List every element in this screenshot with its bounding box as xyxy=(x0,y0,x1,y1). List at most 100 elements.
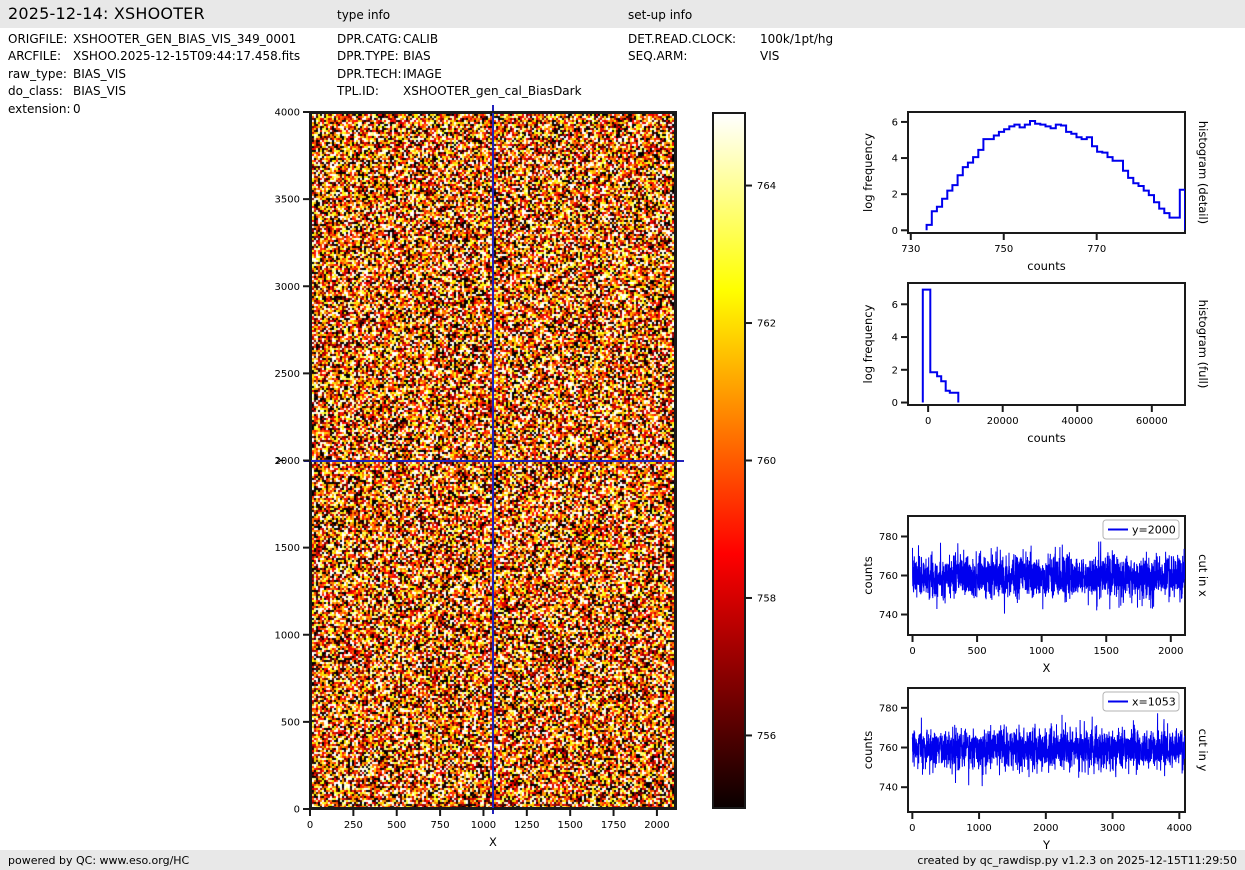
svg-text:762: 762 xyxy=(757,319,776,330)
svg-text:1000: 1000 xyxy=(275,630,300,641)
dprtype-value: BIAS xyxy=(403,48,431,65)
setup-info-row-seqarm: SEQ.ARM:VIS xyxy=(628,48,833,65)
crosshair-horizontal-line xyxy=(304,460,684,462)
svg-text:2: 2 xyxy=(892,190,898,201)
hist-full-axes: 02000040000600000246countslog frequencyh… xyxy=(861,283,1210,445)
extension-value: 0 xyxy=(73,101,81,118)
svg-text:histogram (full): histogram (full) xyxy=(1196,300,1210,389)
svg-text:730: 730 xyxy=(901,244,920,255)
extension-label: extension: xyxy=(8,101,73,118)
svg-text:0: 0 xyxy=(892,226,898,237)
svg-text:2000: 2000 xyxy=(644,820,669,831)
svg-text:cut in y: cut in y xyxy=(1196,729,1210,772)
header-bar: 2025-12-14: XSHOOTER type info set-up in… xyxy=(0,0,1245,28)
svg-text:X: X xyxy=(1043,661,1051,675)
dprcatg-label: DPR.CATG: xyxy=(337,31,403,48)
doclass-value: BIAS_VIS xyxy=(73,83,126,100)
svg-text:1000: 1000 xyxy=(1029,646,1054,657)
rawtype-label: raw_type: xyxy=(8,66,73,83)
svg-text:y=2000: y=2000 xyxy=(1132,524,1176,537)
arcfile-label: ARCFILE: xyxy=(8,48,73,65)
svg-text:1500: 1500 xyxy=(557,820,582,831)
svg-text:6: 6 xyxy=(892,300,898,311)
rawtype-value: BIAS_VIS xyxy=(73,66,126,83)
file-info-row-rawtype: raw_type:BIAS_VIS xyxy=(8,66,300,83)
svg-text:760: 760 xyxy=(879,743,898,754)
svg-text:cut in x: cut in x xyxy=(1196,554,1210,597)
file-info-row-extension: extension:0 xyxy=(8,101,300,118)
svg-text:770: 770 xyxy=(1087,244,1106,255)
svg-text:counts: counts xyxy=(861,556,875,594)
seqarm-label: SEQ.ARM: xyxy=(628,48,760,65)
hist-detail-series xyxy=(927,121,1185,230)
setup-info-block: DET.READ.CLOCK:100k/1pt/hg SEQ.ARM:VIS xyxy=(628,31,833,66)
svg-text:0: 0 xyxy=(892,398,898,409)
readclock-value: 100k/1pt/hg xyxy=(760,31,833,48)
svg-text:250: 250 xyxy=(344,820,363,831)
svg-text:760: 760 xyxy=(879,571,898,582)
report-title: 2025-12-14: XSHOOTER xyxy=(8,4,205,23)
dprtype-label: DPR.TYPE: xyxy=(337,48,403,65)
colorbar-gradient xyxy=(712,112,746,809)
svg-text:20000: 20000 xyxy=(987,416,1019,427)
hist-detail-axes: 7307507700246countslog frequencyhistogra… xyxy=(861,112,1210,273)
svg-text:2000: 2000 xyxy=(275,456,300,467)
colorbar-ticks: 756758760762764 xyxy=(746,181,776,742)
svg-text:40000: 40000 xyxy=(1061,416,1093,427)
cut-y-series xyxy=(912,713,1185,786)
svg-text:1000: 1000 xyxy=(966,823,991,834)
cut-x-axes: 0500100015002000740760780Xcountscut in x… xyxy=(861,516,1210,675)
svg-text:760: 760 xyxy=(757,456,776,467)
footer-left-text: powered by QC: www.eso.org/HC xyxy=(8,854,189,867)
footer-right-text: created by qc_rawdisp.py v1.2.3 on 2025-… xyxy=(917,854,1237,867)
svg-text:0: 0 xyxy=(294,805,300,816)
dprtech-label: DPR.TECH: xyxy=(337,66,403,83)
seqarm-value: VIS xyxy=(760,48,779,65)
svg-text:0: 0 xyxy=(307,820,313,831)
svg-text:740: 740 xyxy=(879,610,898,621)
svg-text:1500: 1500 xyxy=(275,543,300,554)
cut-y-legend: x=1053 xyxy=(1103,692,1179,711)
cut-x-series xyxy=(913,542,1186,614)
svg-text:0: 0 xyxy=(909,823,915,834)
svg-text:60000: 60000 xyxy=(1136,416,1168,427)
svg-text:log frequency: log frequency xyxy=(861,304,875,383)
svg-text:counts: counts xyxy=(861,731,875,769)
svg-text:4: 4 xyxy=(892,154,898,165)
svg-text:758: 758 xyxy=(757,593,776,604)
type-info-row-dprcatg: DPR.CATG:CALIB xyxy=(337,31,582,48)
svg-text:2500: 2500 xyxy=(275,369,300,380)
footer-bar: powered by QC: www.eso.org/HC created by… xyxy=(0,850,1245,870)
origfile-value: XSHOOTER_GEN_BIAS_VIS_349_0001 xyxy=(73,31,296,48)
svg-text:500: 500 xyxy=(968,646,987,657)
tplid-label: TPL.ID: xyxy=(337,83,403,100)
tplid-value: XSHOOTER_gen_cal_BiasDark xyxy=(403,83,582,100)
file-info-row-arcfile: ARCFILE:XSHOO.2025-12-15T09:44:17.458.fi… xyxy=(8,48,300,65)
svg-text:780: 780 xyxy=(879,703,898,714)
svg-text:750: 750 xyxy=(994,244,1013,255)
origfile-label: ORIGFILE: xyxy=(8,31,73,48)
svg-text:2000: 2000 xyxy=(1158,646,1183,657)
svg-text:histogram (detail): histogram (detail) xyxy=(1196,121,1210,224)
svg-text:Y: Y xyxy=(274,456,288,465)
doclass-label: do_class: xyxy=(8,83,73,100)
cut-x-legend: y=2000 xyxy=(1103,520,1179,539)
svg-text:2000: 2000 xyxy=(1033,823,1058,834)
type-info-row-dprtech: DPR.TECH:IMAGE xyxy=(337,66,582,83)
svg-text:x=1053: x=1053 xyxy=(1132,696,1176,709)
svg-text:4000: 4000 xyxy=(1167,823,1192,834)
readclock-label: DET.READ.CLOCK: xyxy=(628,31,760,48)
svg-text:750: 750 xyxy=(431,820,450,831)
arcfile-value: XSHOO.2025-12-15T09:44:17.458.fits xyxy=(73,48,300,65)
svg-text:4: 4 xyxy=(892,333,898,344)
svg-text:3000: 3000 xyxy=(1100,823,1125,834)
file-info-row-doclass: do_class:BIAS_VIS xyxy=(8,83,300,100)
svg-text:0: 0 xyxy=(909,646,915,657)
setup-info-row-readclock: DET.READ.CLOCK:100k/1pt/hg xyxy=(628,31,833,48)
hist-full-series xyxy=(923,290,959,403)
cut-y-axes: 01000200030004000740760780Ycountscut in … xyxy=(861,688,1210,852)
svg-text:0: 0 xyxy=(925,416,931,427)
svg-text:1000: 1000 xyxy=(471,820,496,831)
svg-text:X: X xyxy=(489,835,497,849)
svg-text:2: 2 xyxy=(892,365,898,376)
